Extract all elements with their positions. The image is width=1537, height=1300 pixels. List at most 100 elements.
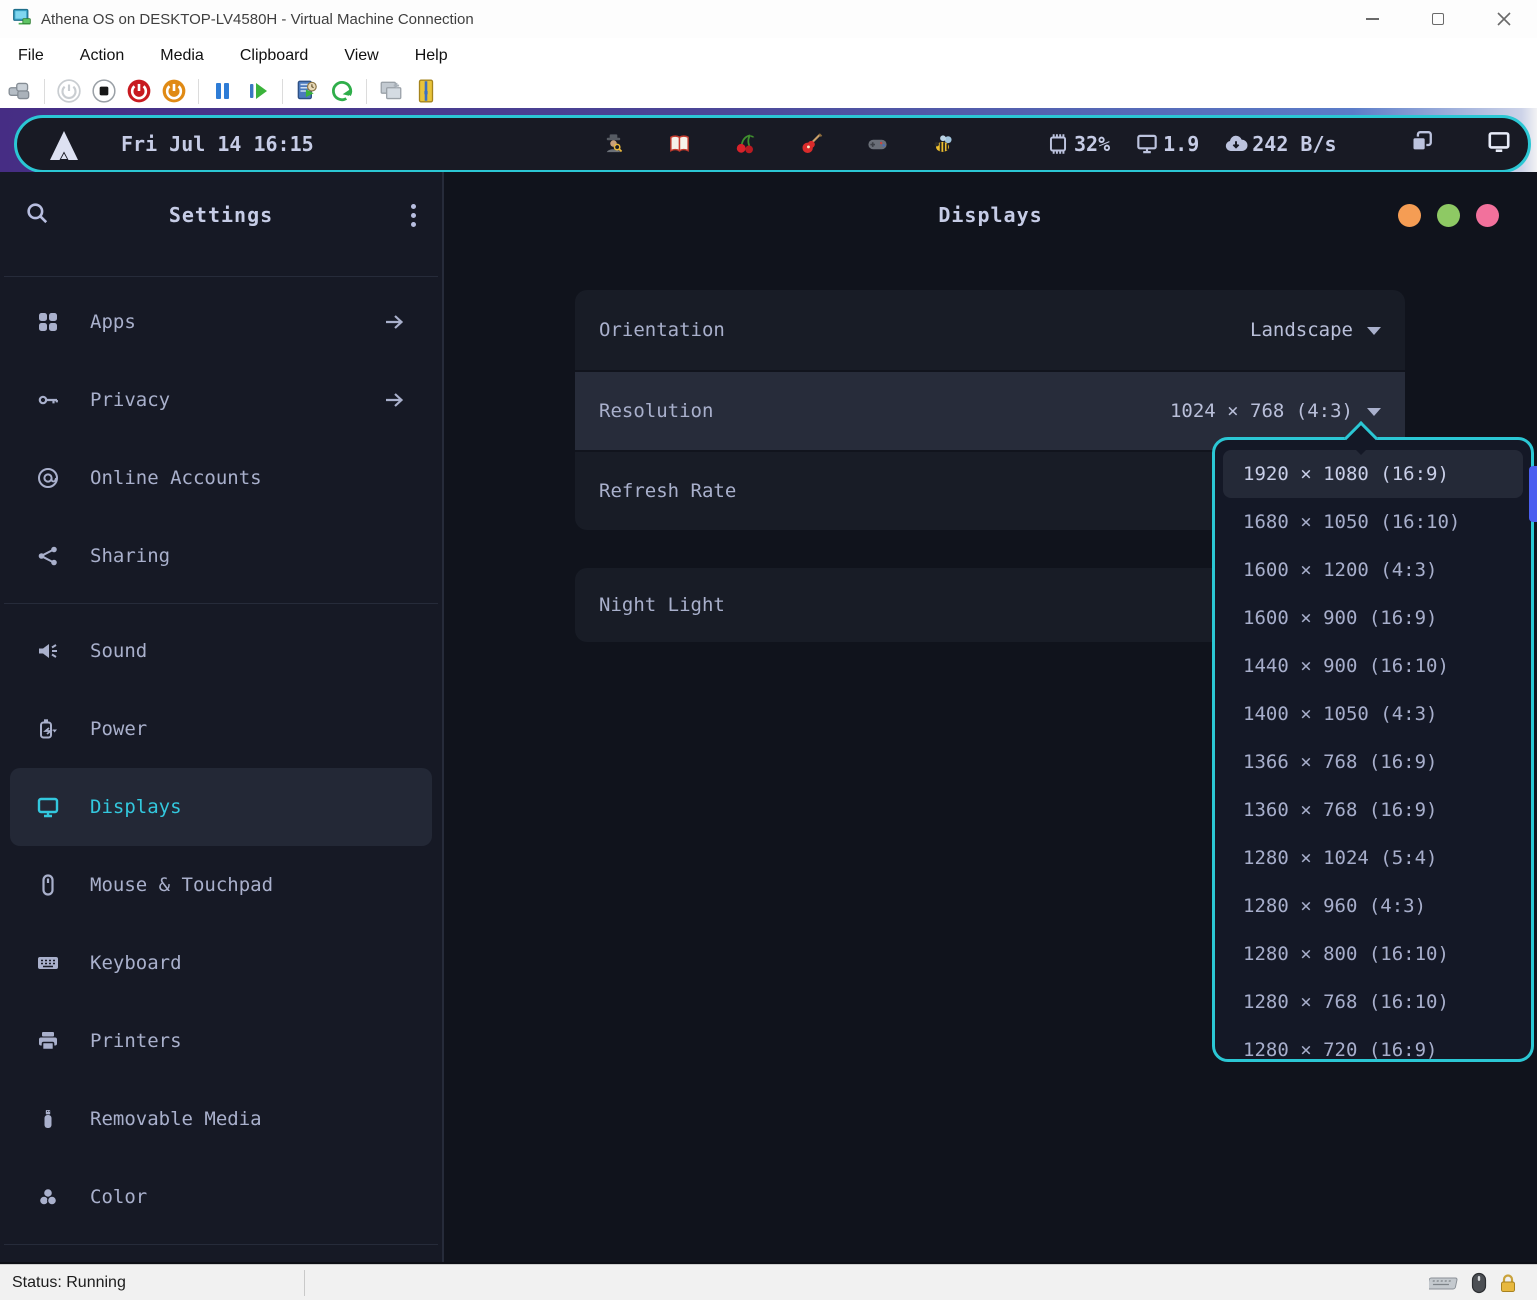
cherries-icon[interactable] (734, 133, 757, 156)
save-state-icon (161, 78, 187, 104)
resolution-option[interactable]: 1280 × 1024 (5:4) (1223, 834, 1523, 882)
checkpoint-button[interactable] (293, 77, 321, 105)
key-icon (36, 388, 60, 412)
sidebar-divider (4, 1244, 438, 1245)
clock[interactable]: Fri Jul 14 16:15 (121, 132, 314, 156)
resolution-option[interactable]: 1280 × 960 (4:3) (1223, 882, 1523, 930)
toolbar-separator (44, 79, 45, 104)
sidebar-item-keyboard[interactable]: Keyboard (10, 924, 432, 1002)
page-title: Displays (938, 203, 1042, 227)
resolution-option[interactable]: 1280 × 768 (16:10) (1223, 978, 1523, 1026)
menu-action[interactable]: Action (80, 47, 124, 65)
speaker-icon (36, 639, 60, 663)
chevron-right-icon (382, 388, 406, 412)
detective-icon[interactable] (602, 133, 625, 156)
display-indicator-button[interactable] (1486, 129, 1512, 160)
sidebar-item-printers[interactable]: Printers (10, 1002, 432, 1080)
guitar-icon[interactable] (800, 133, 823, 156)
maximize-dot-button[interactable] (1437, 204, 1460, 227)
game-controller-icon[interactable] (866, 133, 889, 156)
sidebar-item-color[interactable]: Color (10, 1158, 432, 1236)
resolution-option[interactable]: 1400 × 1050 (4:3) (1223, 690, 1523, 738)
resolution-option[interactable]: 1600 × 900 (16:9) (1223, 594, 1523, 642)
enhanced-session-button[interactable] (377, 77, 405, 105)
athena-logo-icon[interactable] (47, 129, 81, 168)
settings-sidebar: Settings Apps Privacy Online Accounts (0, 172, 444, 1262)
minimize-dot-button[interactable] (1398, 204, 1421, 227)
revert-button[interactable] (328, 77, 356, 105)
resume-icon (246, 79, 270, 103)
sidebar-item-privacy[interactable]: Privacy (10, 361, 432, 439)
network-stat[interactable]: 242 B/s (1223, 131, 1336, 157)
scrollbar-thumb[interactable] (1529, 466, 1537, 522)
sidebar-item-sound[interactable]: Sound (10, 612, 432, 690)
share-button[interactable] (412, 77, 440, 105)
open-book-icon[interactable] (668, 133, 691, 156)
printer-icon (36, 1029, 60, 1053)
system-stats: 32% 1.9 242 B/s (1045, 131, 1337, 157)
menu-media[interactable]: Media (160, 47, 204, 65)
bee-icon[interactable] (932, 133, 955, 156)
cpu-stat[interactable]: 32% (1045, 131, 1110, 157)
menu-file[interactable]: File (18, 47, 44, 65)
statusbar-separator (304, 1270, 305, 1296)
menu-help[interactable]: Help (415, 47, 448, 65)
shut-down-button[interactable] (125, 77, 153, 105)
share-nodes-icon (36, 544, 60, 568)
shut-down-icon (126, 78, 152, 104)
maximize-button[interactable] (1405, 0, 1471, 38)
sidebar-item-removable-media[interactable]: Removable Media (10, 1080, 432, 1158)
sidebar-item-label: Keyboard (90, 952, 182, 974)
turn-off-button[interactable] (90, 77, 118, 105)
settings-main-panel: Displays Orientation Landscape Resolutio (444, 172, 1537, 1262)
status-text: Status: Running (12, 1274, 304, 1292)
sidebar-item-online-accounts[interactable]: Online Accounts (10, 439, 432, 517)
memory-monitor-icon (1134, 131, 1160, 157)
start-button[interactable] (55, 77, 83, 105)
minimize-icon (1366, 18, 1379, 20)
resolution-option[interactable]: 1440 × 900 (16:10) (1223, 642, 1523, 690)
menu-view[interactable]: View (344, 47, 378, 65)
vm-app-icon (12, 7, 32, 32)
sidebar-item-label: Printers (90, 1030, 182, 1052)
ctrl-alt-del-button[interactable] (6, 77, 34, 105)
resume-button[interactable] (244, 77, 272, 105)
sidebar-item-apps[interactable]: Apps (10, 283, 432, 361)
resolution-label: Resolution (599, 400, 713, 422)
orientation-row[interactable]: Orientation Landscape (575, 290, 1405, 370)
search-button[interactable] (24, 200, 50, 230)
save-state-button[interactable] (160, 77, 188, 105)
sidebar-item-sharing[interactable]: Sharing (10, 517, 432, 595)
close-icon (1497, 12, 1511, 26)
resolution-option[interactable]: 1280 × 720 (16:9) (1223, 1026, 1523, 1062)
resolution-option[interactable]: 1280 × 800 (16:10) (1223, 930, 1523, 978)
ctrl-alt-del-icon (7, 78, 33, 104)
resolution-option[interactable]: 1360 × 768 (16:9) (1223, 786, 1523, 834)
pause-button[interactable] (209, 77, 237, 105)
network-value: 242 B/s (1252, 132, 1336, 156)
sidebar-item-label: Sharing (90, 545, 170, 567)
vm-screen: Fri Jul 14 16:15 32% 1.9 242 B/s (0, 108, 1537, 1264)
vm-menubar: File Action Media Clipboard View Help (0, 38, 1537, 74)
sidebar-item-label: Sound (90, 640, 147, 662)
cloud-download-icon (1223, 131, 1249, 157)
sidebar-item-mouse-touchpad[interactable]: Mouse & Touchpad (10, 846, 432, 924)
sidebar-item-power[interactable]: Power (10, 690, 432, 768)
resolution-option[interactable]: 1680 × 1050 (16:10) (1223, 498, 1523, 546)
close-dot-button[interactable] (1476, 204, 1499, 227)
toolbar-separator (366, 79, 367, 104)
workspaces-button[interactable] (1408, 128, 1436, 161)
keyboard-icon (36, 951, 60, 975)
menu-clipboard[interactable]: Clipboard (240, 47, 308, 65)
sidebar-divider (4, 603, 438, 604)
resolution-option[interactable]: 1600 × 1200 (4:3) (1223, 546, 1523, 594)
resolution-option[interactable]: 1920 × 1080 (16:9) (1223, 450, 1523, 498)
memory-stat[interactable]: 1.9 (1134, 131, 1199, 157)
share-icon (413, 78, 439, 104)
close-button[interactable] (1471, 0, 1537, 38)
minimize-button[interactable] (1339, 0, 1405, 38)
sidebar-item-displays[interactable]: Displays (10, 768, 432, 846)
resolution-option[interactable]: 1366 × 768 (16:9) (1223, 738, 1523, 786)
keyboard-capture-icon (1429, 1275, 1459, 1291)
kebab-menu-icon[interactable] (411, 204, 416, 209)
